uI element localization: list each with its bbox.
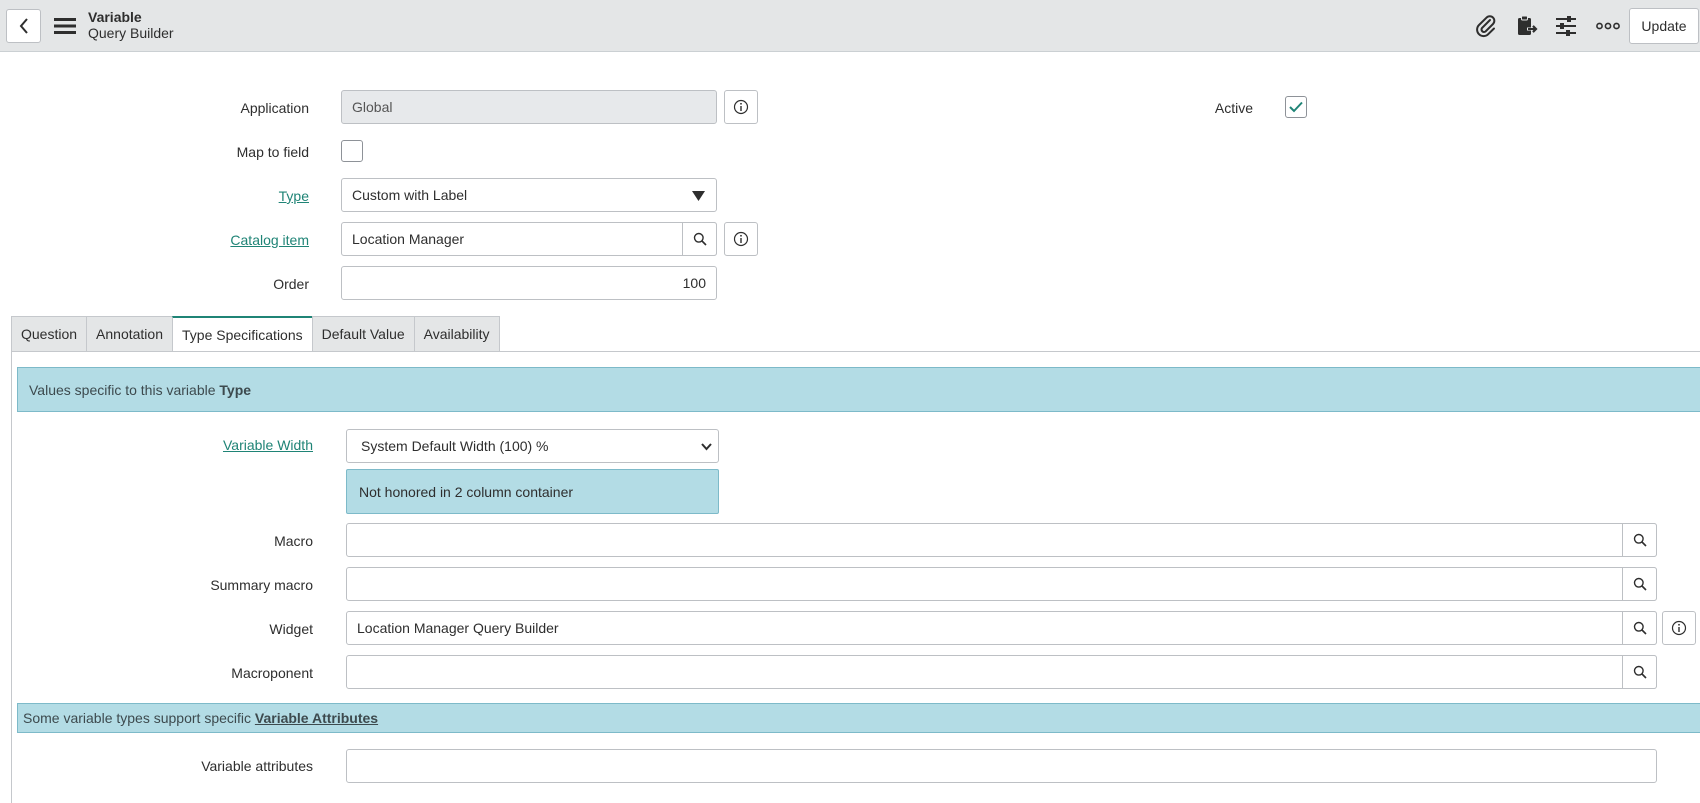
attachment-icon[interactable] [1472, 13, 1500, 39]
page-title-name: Query Builder [88, 25, 174, 41]
type-info-banner-bold: Type [219, 381, 252, 398]
map-to-field-label: Map to field [236, 144, 309, 160]
page-title: Variable Query Builder [88, 9, 174, 41]
tab-type-specifications[interactable]: Type Specifications [172, 316, 312, 352]
tab-annotation[interactable]: Annotation [86, 316, 172, 352]
type-label-link[interactable]: Type [279, 188, 309, 204]
order-field[interactable]: 100 [341, 266, 717, 300]
order-value: 100 [682, 275, 706, 291]
info-icon [733, 99, 749, 115]
widget-label: Widget [269, 621, 313, 637]
summary-macro-label: Summary macro [210, 577, 313, 593]
search-icon [1633, 621, 1647, 635]
application-value: Global [352, 99, 393, 115]
variable-attributes-field[interactable] [346, 749, 1657, 783]
tab-divider [11, 351, 1700, 352]
variable-attributes-banner-text: Some variable types support specific [23, 710, 255, 726]
search-icon [1633, 533, 1647, 547]
catalog-item-value: Location Manager [352, 231, 465, 247]
tab-panel-border [11, 351, 12, 803]
search-icon [1633, 665, 1647, 679]
type-info-banner: Values specific to this variable Type [17, 367, 1700, 412]
form-header: Variable Query Builder Update [0, 0, 1700, 52]
checkmark-icon [1289, 101, 1303, 113]
variable-attributes-link[interactable]: Variable Attributes [255, 710, 378, 726]
application-info-button[interactable] [724, 90, 758, 124]
settings-sliders-icon[interactable] [1552, 13, 1580, 39]
macroponent-label: Macroponent [231, 665, 313, 681]
chevron-down-icon [701, 443, 712, 451]
tab-availability[interactable]: Availability [413, 316, 500, 352]
macro-label: Macro [274, 533, 313, 549]
clipboard-icon[interactable] [1512, 13, 1540, 39]
widget-info-button[interactable] [1662, 611, 1696, 645]
tab-question[interactable]: Question [11, 316, 87, 352]
summary-macro-field[interactable] [346, 567, 1657, 601]
order-label: Order [273, 276, 309, 292]
back-button[interactable] [6, 9, 41, 43]
active-label: Active [1214, 100, 1253, 116]
type-value: Custom with Label [352, 187, 468, 203]
widget-value: Location Manager Query Builder [357, 620, 559, 636]
macroponent-lookup-button[interactable] [1622, 655, 1657, 689]
info-icon [1671, 620, 1687, 636]
chevron-left-icon [19, 18, 28, 34]
widget-lookup-button[interactable] [1622, 611, 1657, 645]
catalog-item-lookup-button[interactable] [682, 222, 717, 256]
info-icon [733, 231, 749, 247]
type-select[interactable]: Custom with Label [341, 178, 717, 212]
variable-width-note-text: Not honored in 2 column container [359, 483, 574, 500]
type-info-banner-text: Values specific to this variable [29, 381, 220, 398]
variable-width-note: Not honored in 2 column container [346, 469, 719, 514]
summary-macro-lookup-button[interactable] [1622, 567, 1657, 601]
search-icon [693, 232, 707, 246]
search-icon [1633, 577, 1647, 591]
variable-attributes-banner: Some variable types support specific Var… [17, 703, 1700, 733]
update-button[interactable]: Update [1629, 8, 1699, 44]
catalog-item-field[interactable]: Location Manager [341, 222, 717, 256]
more-options-icon[interactable] [1594, 13, 1622, 39]
form-tabs: Question Annotation Type Specifications … [11, 316, 500, 352]
caret-down-icon [692, 191, 705, 201]
page-title-record: Variable [88, 9, 142, 25]
widget-field[interactable]: Location Manager Query Builder [346, 611, 1657, 645]
variable-width-value: System Default Width (100) % [361, 438, 549, 454]
catalog-item-label-link[interactable]: Catalog item [230, 232, 309, 248]
variable-width-select[interactable]: System Default Width (100) % [346, 429, 719, 463]
macro-lookup-button[interactable] [1622, 523, 1657, 557]
map-to-field-checkbox[interactable] [341, 140, 363, 162]
macroponent-field[interactable] [346, 655, 1657, 689]
macro-field[interactable] [346, 523, 1657, 557]
tab-default-value[interactable]: Default Value [311, 316, 414, 352]
catalog-item-info-button[interactable] [724, 222, 758, 256]
variable-width-label-link[interactable]: Variable Width [223, 437, 313, 453]
application-label: Application [240, 100, 310, 116]
active-checkbox[interactable] [1285, 96, 1307, 118]
hamburger-menu-icon[interactable] [54, 17, 76, 35]
variable-attributes-label: Variable attributes [201, 758, 313, 774]
application-field: Global [341, 90, 717, 124]
